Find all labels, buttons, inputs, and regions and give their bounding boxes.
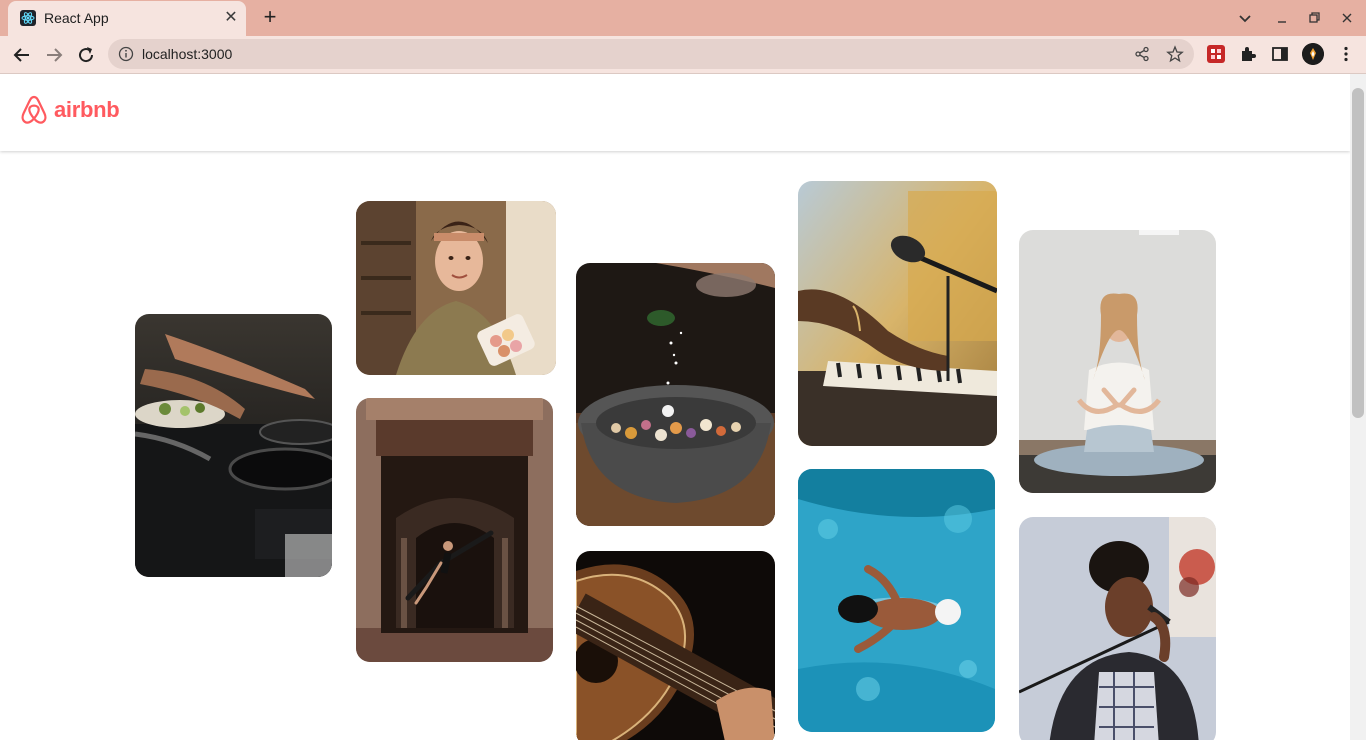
forward-arrow-icon[interactable] [41,42,67,68]
swimmer-photo [798,469,995,732]
restore-icon[interactable] [1302,6,1326,30]
guitar-photo [576,551,775,740]
piano-microphone-photo [798,181,997,446]
url-input[interactable] [142,46,942,62]
extensions-puzzle-icon[interactable] [1238,44,1258,64]
extension-red-icon[interactable] [1206,44,1226,64]
tab-title: React App [44,10,109,26]
salt-bowl-photo [576,263,775,526]
airbnb-belo-icon [21,95,47,124]
browser-tab[interactable]: React App ✕ [8,1,246,36]
yoga-photo [1019,230,1216,493]
browser-menu-icon[interactable] [1336,44,1356,64]
macarons-baker-photo [356,201,556,375]
tab-strip: React App ✕ + [0,0,1366,36]
react-icon [20,10,36,26]
new-tab-button[interactable]: + [258,6,282,30]
minimize-icon[interactable] [1270,6,1294,30]
bookmark-star-icon[interactable] [1166,45,1184,63]
tab-search-chevron-icon[interactable] [1233,6,1257,30]
share-icon[interactable] [1134,46,1150,62]
site-info-icon[interactable] [118,46,134,62]
back-arrow-icon[interactable] [9,42,35,68]
site-navbar: airbnb [0,74,1350,151]
browser-toolbar [0,36,1366,74]
close-window-icon[interactable] [1335,6,1359,30]
page-viewport: airbnb [0,74,1350,740]
cooking-pans-photo [135,314,332,577]
scrollbar-thumb[interactable] [1352,88,1364,418]
address-bar[interactable] [108,39,1194,69]
airbnb-logo[interactable]: airbnb [20,94,120,126]
tab-close-icon[interactable]: ✕ [222,9,240,27]
brand-name: airbnb [54,97,120,122]
dancer-archway-photo [356,398,553,662]
side-panel-icon[interactable] [1270,44,1290,64]
profile-avatar[interactable] [1302,43,1324,65]
singer-photo [1019,517,1216,740]
page-scrollbar[interactable] [1350,74,1366,740]
reload-icon[interactable] [73,42,99,68]
